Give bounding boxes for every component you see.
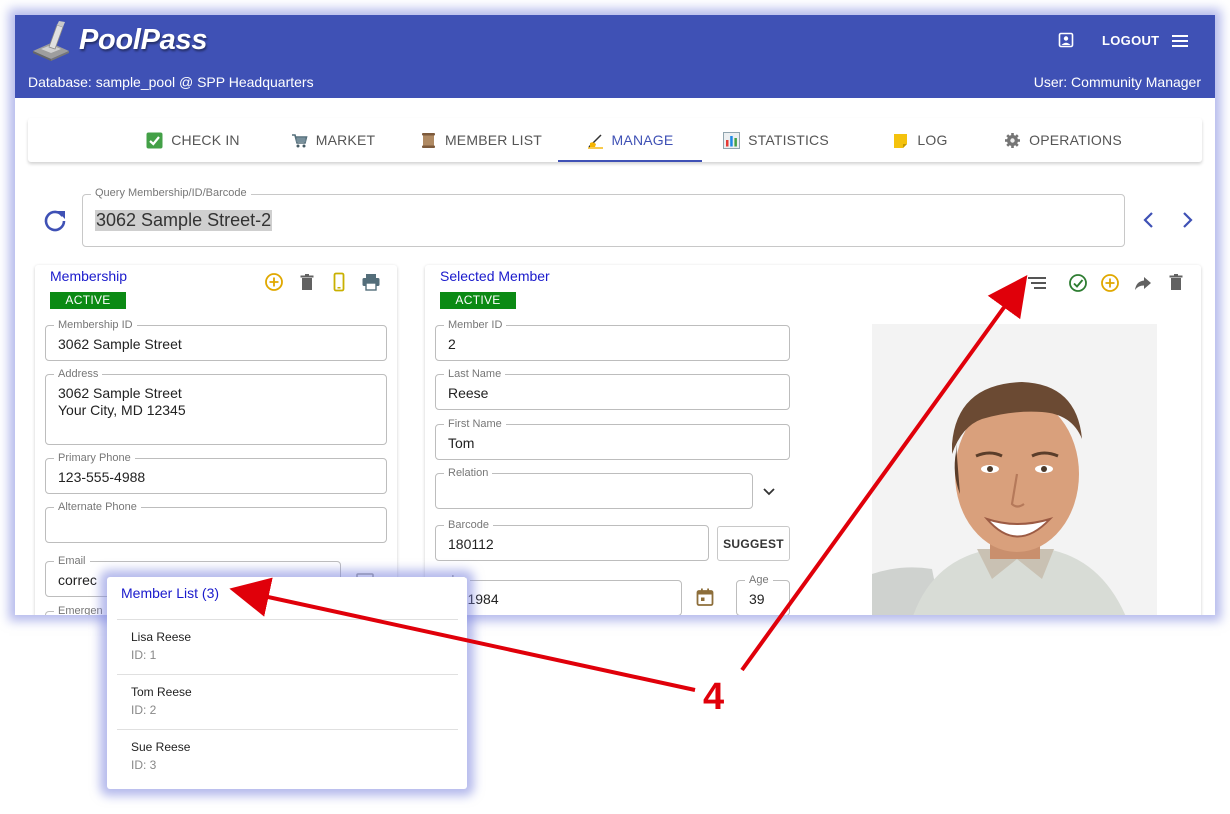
- tab-check-in[interactable]: CHECK IN: [123, 118, 263, 162]
- tab-label: MANAGE: [611, 132, 674, 148]
- barcode-field[interactable]: Barcode 180112: [435, 518, 709, 561]
- bar-chart-icon: [723, 131, 741, 149]
- member-id: ID: 2: [131, 703, 157, 717]
- main-tabs: CHECK IN MARKET MEMBER LIST MANAGE STATI…: [28, 118, 1202, 162]
- field-value: 3062 Sample Street Your City, MD 12345: [58, 385, 186, 418]
- field-value: 3062 Sample Street: [58, 336, 182, 352]
- primary-phone-field[interactable]: Primary Phone 123-555-4988: [45, 451, 387, 494]
- field-value: correc: [58, 572, 97, 588]
- member-id-field[interactable]: Member ID 2: [435, 318, 790, 361]
- refresh-icon[interactable]: [42, 208, 68, 234]
- scroll-icon: [421, 132, 435, 148]
- popup-title: Member List (3): [121, 585, 220, 601]
- tab-label: MEMBER LIST: [444, 132, 543, 148]
- member-name: Sue Reese: [131, 740, 191, 754]
- hamburger-menu-icon[interactable]: [1171, 33, 1189, 49]
- tab-label: STATISTICS: [748, 132, 829, 148]
- active-tab-indicator: [558, 160, 702, 162]
- field-value: Tom: [448, 435, 475, 451]
- query-input[interactable]: Query Membership/ID/Barcode 3062 Sample …: [82, 187, 1125, 247]
- selected-member-title: Selected Member: [440, 268, 550, 284]
- field-value: 2: [448, 336, 456, 352]
- field-label: Age: [745, 573, 773, 587]
- field-label: Emergen: [54, 604, 107, 615]
- tab-market[interactable]: MARKET: [268, 118, 398, 162]
- chevron-down-icon[interactable]: [759, 481, 779, 501]
- relation-select[interactable]: Relation: [435, 466, 753, 509]
- member-list-icon[interactable]: [1027, 273, 1047, 293]
- delete-member-icon[interactable]: [1166, 272, 1186, 292]
- add-circle-icon[interactable]: [264, 272, 284, 292]
- member-status-badge: ACTIVE: [440, 292, 516, 309]
- tab-label: MARKET: [315, 132, 376, 148]
- user-label: User: Community Manager: [1033, 74, 1201, 90]
- poolpass-logo-icon: [33, 21, 69, 61]
- birthday-field[interactable]: day 19 1984: [435, 573, 682, 615]
- tab-manage[interactable]: MANAGE: [558, 118, 702, 162]
- share-arrow-icon[interactable]: [1133, 273, 1153, 293]
- alternate-phone-field[interactable]: Alternate Phone: [45, 500, 387, 543]
- cart-icon: [291, 133, 308, 147]
- top-app-bar: PoolPass Database: sample_pool @ SPP Hea…: [15, 15, 1215, 98]
- suggest-button[interactable]: SUGGEST: [717, 526, 790, 561]
- membership-title: Membership: [50, 268, 128, 284]
- note-icon: [894, 133, 908, 148]
- field-label: Email: [54, 554, 90, 568]
- member-photo: [872, 324, 1157, 615]
- field-label: First Name: [444, 417, 506, 431]
- tab-operations[interactable]: OPERATIONS: [991, 118, 1135, 162]
- add-member-icon[interactable]: [1100, 273, 1120, 293]
- member-list-popup: Member List (3) Lisa Reese ID: 1 Tom Ree…: [107, 577, 467, 789]
- membership-status-badge: ACTIVE: [50, 292, 126, 309]
- member-id: ID: 3: [131, 758, 157, 772]
- membership-id-field[interactable]: Membership ID 3062 Sample Street: [45, 318, 387, 361]
- chevron-right-icon[interactable]: [1178, 211, 1196, 229]
- check-circle-icon[interactable]: [1068, 273, 1088, 293]
- app-title: PoolPass: [79, 24, 208, 56]
- gear-icon: [1005, 132, 1021, 148]
- database-label: Database: sample_pool @ SPP Headquarters: [28, 74, 314, 90]
- field-value: Reese: [448, 385, 489, 401]
- age-field[interactable]: Age 39: [736, 573, 790, 615]
- field-label: Alternate Phone: [54, 500, 141, 514]
- query-label: Query Membership/ID/Barcode: [91, 187, 251, 199]
- tab-member-list[interactable]: MEMBER LIST: [406, 118, 556, 162]
- tab-label: CHECK IN: [171, 132, 240, 148]
- tab-label: LOG: [917, 132, 948, 148]
- app-window: PoolPass Database: sample_pool @ SPP Hea…: [15, 15, 1215, 615]
- writing-hand-icon: [587, 133, 603, 149]
- tab-label: OPERATIONS: [1029, 132, 1122, 148]
- chevron-left-icon[interactable]: [1140, 211, 1158, 229]
- tab-statistics[interactable]: STATISTICS: [704, 118, 848, 162]
- field-value: 180112: [448, 536, 494, 552]
- account-box-icon[interactable]: [1058, 32, 1074, 48]
- member-id: ID: 1: [131, 648, 157, 662]
- member-list-item[interactable]: Lisa Reese ID: 1: [117, 619, 458, 674]
- first-name-field[interactable]: First Name Tom: [435, 417, 790, 460]
- member-list-item[interactable]: Tom Reese ID: 2: [117, 674, 458, 729]
- field-value: 123-555-4988: [58, 469, 146, 485]
- member-name: Tom Reese: [131, 685, 192, 699]
- member-list-item[interactable]: Sue Reese ID: 3: [117, 729, 458, 784]
- check-box-icon: [146, 132, 163, 148]
- member-name: Lisa Reese: [131, 630, 192, 644]
- field-value: 39: [749, 591, 765, 607]
- tab-log[interactable]: LOG: [848, 118, 992, 162]
- delete-icon[interactable]: [297, 272, 317, 292]
- print-icon[interactable]: [361, 272, 381, 292]
- annotation-number: 4: [703, 676, 725, 718]
- address-field[interactable]: Address 3062 Sample Street Your City, MD…: [45, 367, 387, 445]
- field-label: Membership ID: [54, 318, 137, 332]
- field-label: Member ID: [444, 318, 507, 332]
- field-label: Last Name: [444, 367, 506, 381]
- phone-icon[interactable]: [329, 272, 349, 292]
- last-name-field[interactable]: Last Name Reese: [435, 367, 790, 410]
- field-label: Primary Phone: [54, 451, 135, 465]
- query-value[interactable]: 3062 Sample Street-2: [95, 210, 273, 231]
- field-label: Address: [54, 367, 103, 381]
- field-label: Relation: [444, 466, 493, 480]
- field-label: Barcode: [444, 518, 493, 532]
- logout-button[interactable]: LOGOUT: [1102, 33, 1159, 48]
- calendar-icon[interactable]: [695, 587, 715, 607]
